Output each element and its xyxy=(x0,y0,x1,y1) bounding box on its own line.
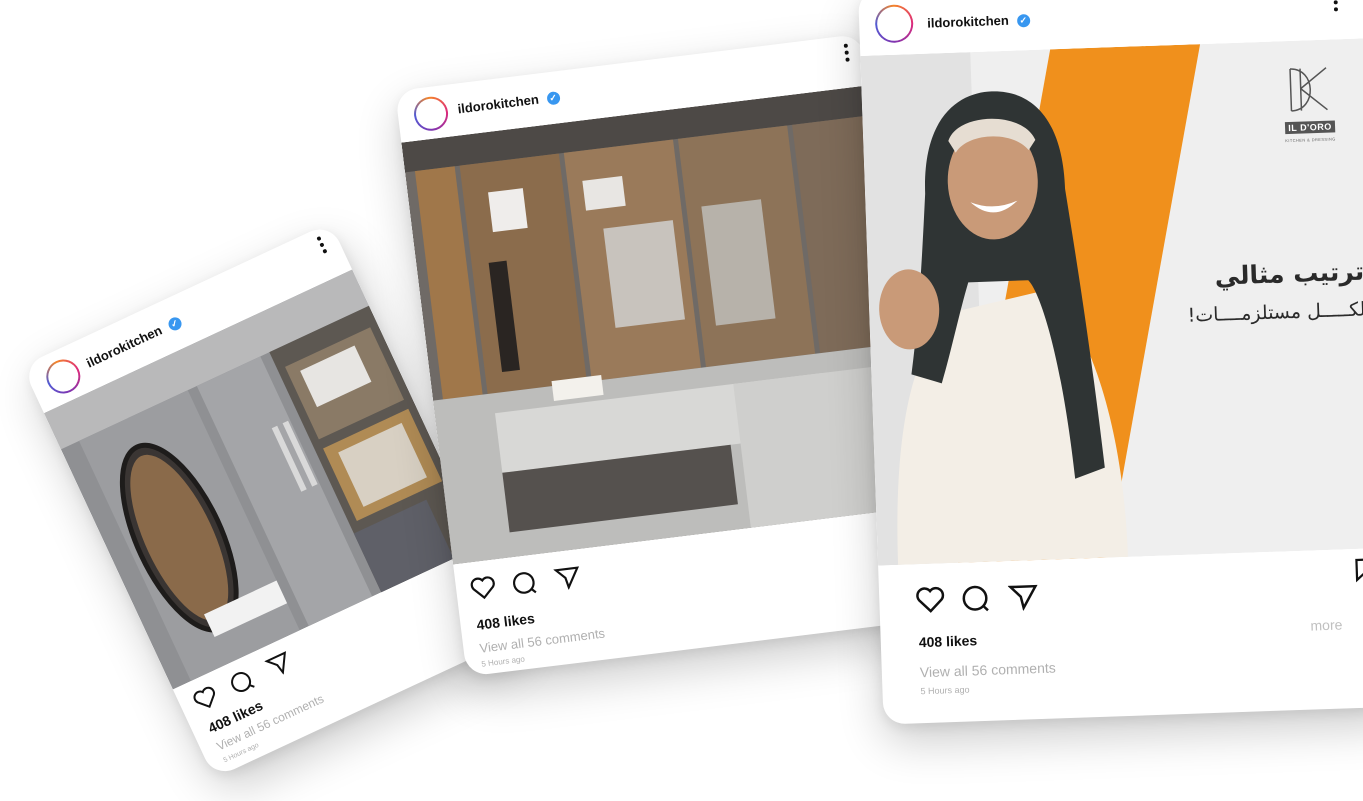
view-comments-link[interactable]: View all 56 comments xyxy=(920,660,1056,681)
bookmark-icon[interactable] xyxy=(1354,556,1363,588)
post-photo[interactable]: IL D'ORO KITCHEN & DRESSING ترتيب مثالي … xyxy=(860,37,1363,566)
more-options-icon[interactable] xyxy=(843,43,852,66)
verified-badge-icon: ✓ xyxy=(545,91,561,106)
caption-more-link[interactable]: more xyxy=(1310,616,1342,633)
verified-badge-icon: ✓ xyxy=(1016,14,1031,28)
send-icon[interactable] xyxy=(264,649,295,679)
post-card-3: ildorokitchen ✓ IL D'ORO KITCHEN & DRESS… xyxy=(858,0,1363,725)
likes-count[interactable]: 408 likes xyxy=(476,610,536,633)
post-card-2: ildorokitchen ✓ 408 likes View all 56 co… xyxy=(395,33,934,677)
avatar[interactable] xyxy=(412,94,450,133)
more-options-icon[interactable] xyxy=(1332,0,1339,15)
action-bar xyxy=(915,582,1051,620)
mockup-stage: ildorokitchen ✓ 408 likes View all 56 co… xyxy=(0,0,1363,801)
comment-icon[interactable] xyxy=(961,584,992,613)
heart-icon[interactable] xyxy=(915,585,946,614)
avatar[interactable] xyxy=(874,4,914,44)
heart-icon[interactable] xyxy=(190,683,221,713)
username[interactable]: ildorokitchen ✓ xyxy=(927,12,1031,31)
avatar[interactable] xyxy=(40,353,86,400)
username[interactable]: ildorokitchen ✓ xyxy=(457,89,561,116)
promo-headline: ترتيب مثالي xyxy=(1214,256,1363,291)
action-bar xyxy=(469,563,595,607)
post-photo[interactable] xyxy=(401,85,920,565)
brand-name: IL D'ORO xyxy=(1285,120,1335,135)
comment-icon[interactable] xyxy=(227,666,258,696)
heart-icon[interactable] xyxy=(469,574,498,601)
wardrobe-photo-illustration xyxy=(401,85,920,565)
verified-badge-icon: ✓ xyxy=(166,315,184,333)
send-icon[interactable] xyxy=(552,564,582,591)
brand-monogram-icon xyxy=(1289,67,1328,112)
brand-logo: IL D'ORO KITCHEN & DRESSING xyxy=(1273,65,1346,143)
send-icon[interactable] xyxy=(1007,582,1039,612)
more-options-icon[interactable] xyxy=(315,235,330,257)
post-timestamp: 5 Hours ago xyxy=(480,654,526,669)
comment-icon[interactable] xyxy=(511,569,540,596)
post-timestamp: 5 Hours ago xyxy=(920,684,970,697)
likes-count[interactable]: 408 likes xyxy=(919,632,978,650)
